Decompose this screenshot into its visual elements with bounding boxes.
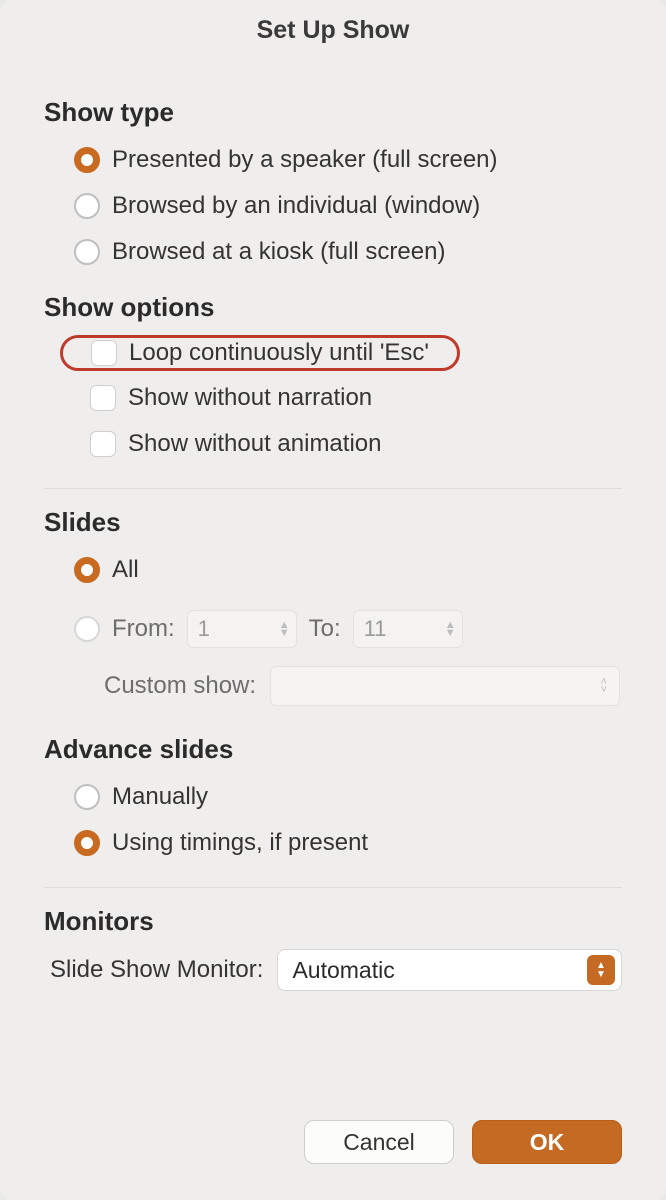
dialog-footer: Cancel OK <box>0 1120 666 1200</box>
checkbox-loop[interactable] <box>91 340 117 366</box>
monitor-select[interactable]: Automatic ▲▼ <box>277 949 622 991</box>
radio-browsed-kiosk[interactable]: Browsed at a kiosk (full screen) <box>74 232 622 272</box>
chevron-updown-icon: ▲▼ <box>587 955 615 985</box>
radio-browsed-individual[interactable]: Browsed by an individual (window) <box>74 186 622 226</box>
cancel-button[interactable]: Cancel <box>304 1120 454 1164</box>
monitor-value: Automatic <box>292 957 394 984</box>
radio-label: Browsed by an individual (window) <box>112 192 480 220</box>
section-monitors: Monitors <box>44 906 622 937</box>
radio-icon <box>74 830 100 856</box>
radio-slides-from[interactable]: From: 1 ▲▼ To: 11 ▲▼ <box>74 610 622 648</box>
to-stepper[interactable]: 11 ▲▼ <box>353 610 463 648</box>
radio-icon <box>74 784 100 810</box>
radio-slides-all[interactable]: All <box>74 550 622 590</box>
monitor-select-row: Slide Show Monitor: Automatic ▲▼ <box>50 949 622 991</box>
from-stepper[interactable]: 1 ▲▼ <box>187 610 297 648</box>
radio-icon <box>74 239 100 265</box>
radio-icon <box>74 557 100 583</box>
radio-label: Using timings, if present <box>112 829 368 857</box>
chevron-updown-icon: ˄˅ <box>601 678 607 694</box>
monitor-label: Slide Show Monitor: <box>50 956 263 984</box>
from-label: From: <box>112 615 175 643</box>
highlight-loop-option: Loop continuously until 'Esc' <box>60 335 460 371</box>
checkbox-no-narration <box>90 385 116 411</box>
checkbox-label: Loop continuously until 'Esc' <box>129 339 429 367</box>
radio-icon <box>74 616 100 642</box>
ok-button[interactable]: OK <box>472 1120 622 1164</box>
separator <box>44 488 622 489</box>
checkbox-row-no-narration[interactable]: Show without narration <box>90 378 622 418</box>
radio-label: Presented by a speaker (full screen) <box>112 146 498 174</box>
radio-label: Browsed at a kiosk (full screen) <box>112 238 445 266</box>
dialog-content: Show type Presented by a speaker (full s… <box>0 55 666 1120</box>
checkbox-row-no-animation[interactable]: Show without animation <box>90 424 622 464</box>
radio-advance-manually[interactable]: Manually <box>74 777 622 817</box>
radio-label: Manually <box>112 783 208 811</box>
stepper-icon: ▲▼ <box>279 621 290 637</box>
custom-show-select[interactable]: ˄˅ <box>270 666 620 706</box>
to-label: To: <box>309 615 341 643</box>
radio-presented-speaker[interactable]: Presented by a speaker (full screen) <box>74 140 622 180</box>
radio-label: All <box>112 556 139 584</box>
checkbox-label: Show without narration <box>128 384 372 412</box>
section-slides: Slides <box>44 507 622 538</box>
radio-advance-timings[interactable]: Using timings, if present <box>74 823 622 863</box>
dialog-title: Set Up Show <box>0 0 666 55</box>
section-show-options: Show options <box>44 292 622 323</box>
custom-show-row: Custom show: ˄˅ <box>104 666 622 706</box>
setup-show-dialog: Set Up Show Show type Presented by a spe… <box>0 0 666 1200</box>
custom-show-label: Custom show: <box>104 672 256 700</box>
radio-icon <box>74 193 100 219</box>
checkbox-no-animation <box>90 431 116 457</box>
separator <box>44 887 622 888</box>
section-advance: Advance slides <box>44 734 622 765</box>
checkbox-label: Show without animation <box>128 430 381 458</box>
from-value: 1 <box>198 616 210 642</box>
radio-icon <box>74 147 100 173</box>
section-show-type: Show type <box>44 97 622 128</box>
stepper-icon: ▲▼ <box>445 621 456 637</box>
to-value: 11 <box>364 616 387 642</box>
